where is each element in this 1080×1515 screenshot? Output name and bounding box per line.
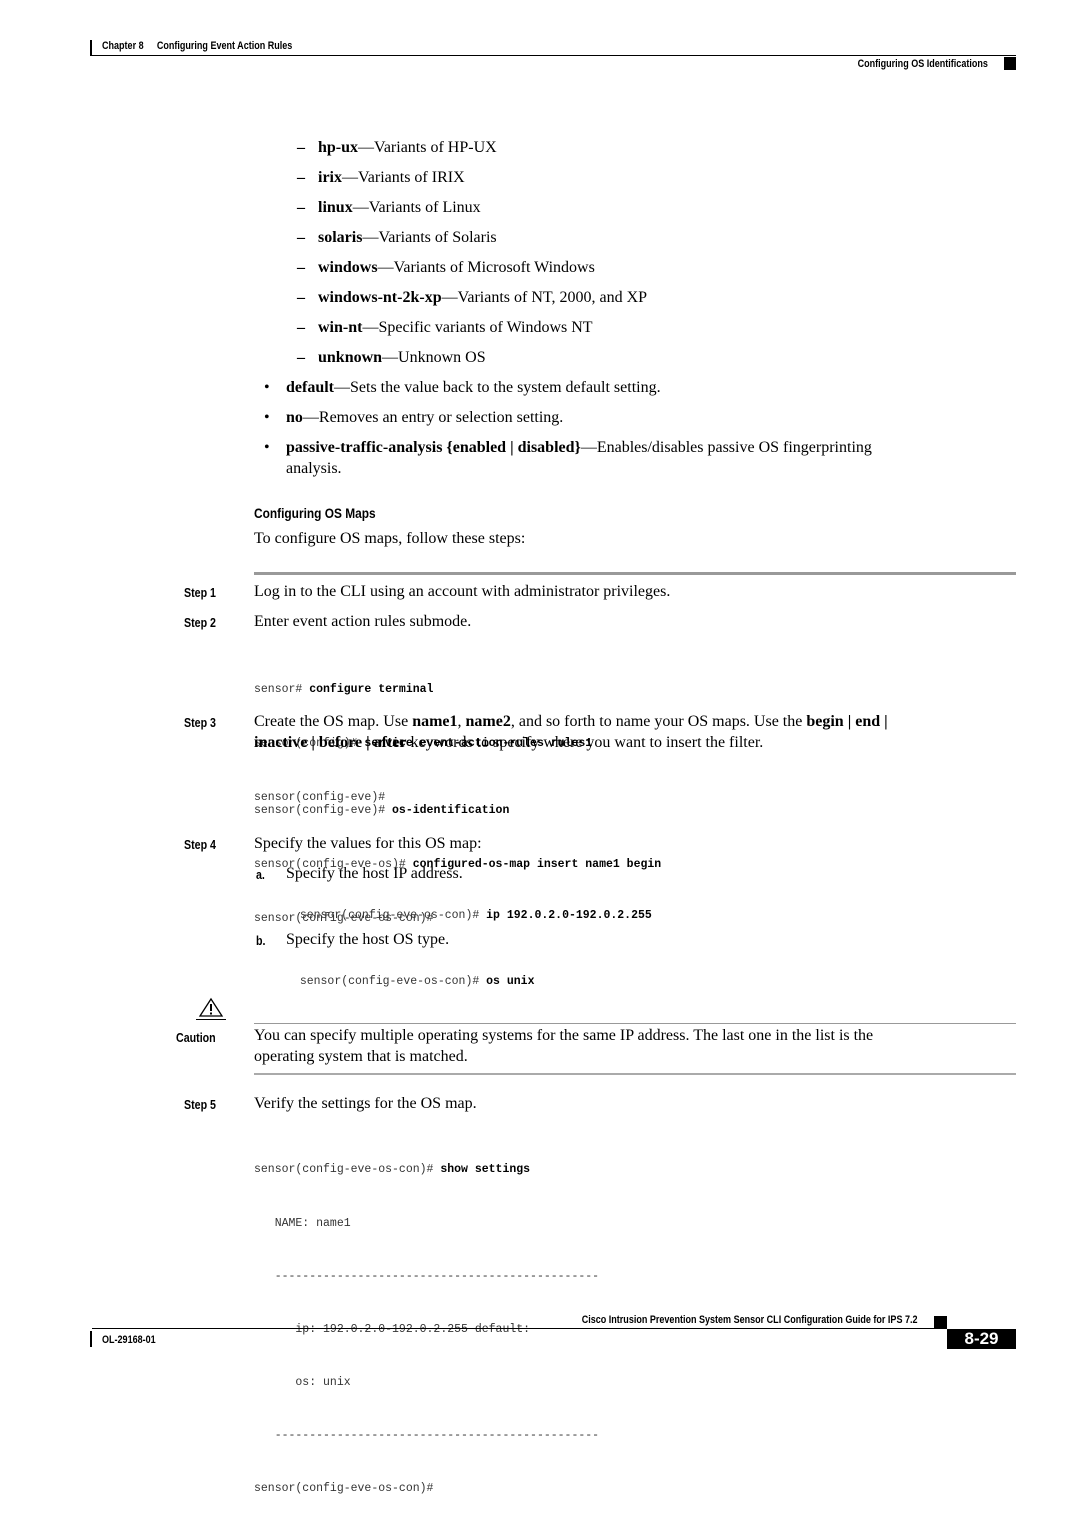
caution-text-line2: operating system that is matched. xyxy=(254,1048,468,1065)
footer-rule xyxy=(92,1328,947,1329)
substep-b-label: b. xyxy=(256,933,266,948)
header-left-bar xyxy=(90,40,92,56)
step-3-text: Create the OS map. Use name1, name2, and… xyxy=(254,713,888,730)
cli-output-line: ----------------------------------------… xyxy=(254,1428,600,1442)
step-3-label: Step 3 xyxy=(184,715,216,730)
list-item: – windows-nt-2k-xp—Variants of NT, 2000, … xyxy=(297,289,648,306)
step-4-label: Step 4 xyxy=(184,837,216,852)
step-3-text-line2: inactive | before | after keywords to sp… xyxy=(254,734,764,751)
list-item: – win-nt—Specific variants of Windows NT xyxy=(297,319,593,336)
list-item: – hp-ux—Variants of HP-UX xyxy=(297,139,497,156)
section-intro: To configure OS maps, follow these steps… xyxy=(254,530,526,547)
procedure-rule xyxy=(254,572,1016,575)
cli-line: sensor(config-eve)# os-identification xyxy=(254,804,510,817)
substep-a-text: Specify the host IP address. xyxy=(286,865,463,882)
chapter-title: Configuring Event Action Rules xyxy=(156,40,293,52)
page-number: 8-29 xyxy=(964,1329,999,1348)
bullet-no: • no—Removes an entry or selection settin… xyxy=(264,409,564,426)
cli-output-line: ip: 192.0.2.0-192.0.2.255 default: xyxy=(254,1322,531,1336)
cli-output-line: sensor(config-eve-os-con)# xyxy=(254,1482,434,1496)
step-2-label: Step 2 xyxy=(184,615,216,630)
caution-text: You can specify multiple operating syste… xyxy=(254,1027,874,1044)
warning-triangle-icon xyxy=(196,997,226,1021)
section-heading: Configuring OS Maps xyxy=(254,505,376,521)
step-5-label: Step 5 xyxy=(184,1097,216,1112)
header-marker xyxy=(1004,57,1016,70)
cli-output-line: NAME: name1 xyxy=(254,1216,351,1230)
list-item: – linux—Variants of Linux xyxy=(297,199,481,216)
caution-bottom-rule xyxy=(254,1073,1016,1075)
header-rule xyxy=(92,55,1016,56)
step-5-cli: sensor(config-eve-os-con)# show settings… xyxy=(254,1126,599,1515)
list-item: – irix—Variants of IRIX xyxy=(297,169,465,186)
step-5-text: Verify the settings for the OS map. xyxy=(254,1095,477,1112)
chapter-number: Chapter 8 xyxy=(102,40,144,52)
caution-label: Caution xyxy=(176,1030,216,1045)
footer-left-bar xyxy=(90,1331,92,1347)
substep-b-cli: sensor(config-eve-os-con)# os unix xyxy=(299,975,535,988)
list-item: – solaris—Variants of Solaris xyxy=(297,229,497,246)
step-1-label: Step 1 xyxy=(184,585,216,600)
step-4-text: Specify the values for this OS map: xyxy=(254,835,482,852)
bullet-passive-traffic-analysis: • passive-traffic-analysis {enabled | dis… xyxy=(264,439,872,456)
substep-a-cli: sensor(config-eve-os-con)# ip 192.0.2.0-… xyxy=(299,909,652,922)
step-2-text: Enter event action rules submode. xyxy=(254,613,472,630)
caution-top-rule xyxy=(254,1023,1016,1024)
section-title: Configuring OS Identifications xyxy=(857,58,988,70)
substep-b-text: Specify the host OS type. xyxy=(286,931,450,948)
header-chapter: Chapter 8 Configuring Event Action Rules xyxy=(102,40,292,52)
footer-book-title: Cisco Intrusion Prevention System Sensor… xyxy=(582,1314,918,1326)
cli-line: sensor# configure terminal xyxy=(254,683,434,696)
footer-doc-number: OL-29168-01 xyxy=(102,1334,156,1346)
list-item: – unknown—Unknown OS xyxy=(297,349,486,366)
cli-output-line: ----------------------------------------… xyxy=(254,1269,600,1283)
bullet-passive-continuation: analysis. xyxy=(286,460,342,477)
substep-a-label: a. xyxy=(256,867,265,882)
cli-line: sensor(config-eve-os-con)# show settings xyxy=(254,1163,531,1177)
list-item: – windows—Variants of Microsoft Windows xyxy=(297,259,595,276)
step-1-text: Log in to the CLI using an account with … xyxy=(254,583,671,600)
bullet-default: • default—Sets the value back to the syst… xyxy=(264,379,661,396)
cli-output-line: os: unix xyxy=(254,1375,351,1389)
